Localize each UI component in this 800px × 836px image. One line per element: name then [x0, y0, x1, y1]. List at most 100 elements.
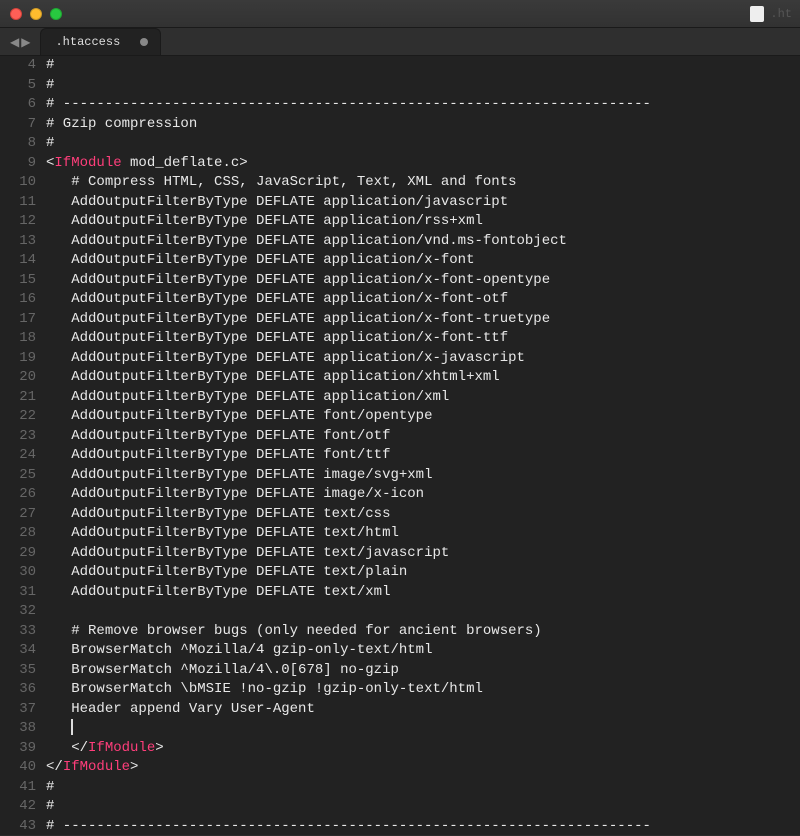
- line-number: 39: [0, 739, 36, 759]
- code-token: AddOutputFilterByType DEFLATE image/x-ic…: [71, 486, 424, 502]
- code-line[interactable]: AddOutputFilterByType DEFLATE applicatio…: [46, 232, 792, 252]
- line-number: 10: [0, 173, 36, 193]
- code-line[interactable]: # --------------------------------------…: [46, 817, 792, 836]
- code-token: </: [46, 759, 63, 775]
- line-number: 41: [0, 778, 36, 798]
- code-editor[interactable]: 4567891011121314151617181920212223242526…: [0, 56, 800, 835]
- code-token: AddOutputFilterByType DEFLATE applicatio…: [71, 330, 508, 346]
- code-line[interactable]: AddOutputFilterByType DEFLATE font/otf: [46, 427, 792, 447]
- code-line[interactable]: </IfModule>: [46, 758, 792, 778]
- line-number: 13: [0, 232, 36, 252]
- line-number: 8: [0, 134, 36, 154]
- window-controls: [10, 8, 62, 20]
- code-line[interactable]: AddOutputFilterByType DEFLATE image/svg+…: [46, 466, 792, 486]
- code-line[interactable]: AddOutputFilterByType DEFLATE applicatio…: [46, 349, 792, 369]
- code-token: #: [46, 135, 54, 151]
- line-number: 19: [0, 349, 36, 369]
- line-number: 25: [0, 466, 36, 486]
- code-line[interactable]: BrowserMatch \bMSIE !no-gzip !gzip-only-…: [46, 680, 792, 700]
- code-token: #: [46, 798, 54, 814]
- code-line[interactable]: AddOutputFilterByType DEFLATE text/plain: [46, 563, 792, 583]
- code-line[interactable]: AddOutputFilterByType DEFLATE text/javas…: [46, 544, 792, 564]
- line-number: 32: [0, 602, 36, 622]
- code-line[interactable]: AddOutputFilterByType DEFLATE text/html: [46, 524, 792, 544]
- code-token: AddOutputFilterByType DEFLATE applicatio…: [71, 213, 483, 229]
- code-line[interactable]: #: [46, 778, 792, 798]
- code-line[interactable]: AddOutputFilterByType DEFLATE text/css: [46, 505, 792, 525]
- nav-forward-icon[interactable]: ▶: [21, 37, 30, 49]
- code-token: BrowserMatch \bMSIE !no-gzip !gzip-only-…: [71, 681, 483, 697]
- code-token: >: [239, 155, 247, 171]
- code-line[interactable]: # Gzip compression: [46, 115, 792, 135]
- code-line[interactable]: </IfModule>: [46, 739, 792, 759]
- code-line[interactable]: #: [46, 797, 792, 817]
- line-number: 21: [0, 388, 36, 408]
- line-number: 43: [0, 817, 36, 836]
- line-number: 34: [0, 641, 36, 661]
- code-line[interactable]: [46, 602, 792, 622]
- code-token: Header append Vary User-Agent: [71, 701, 315, 717]
- code-line[interactable]: # Remove browser bugs (only needed for a…: [46, 622, 792, 642]
- code-area[interactable]: ### ------------------------------------…: [46, 56, 800, 835]
- line-number-gutter: 4567891011121314151617181920212223242526…: [0, 56, 46, 835]
- code-line[interactable]: AddOutputFilterByType DEFLATE applicatio…: [46, 212, 792, 232]
- code-token: AddOutputFilterByType DEFLATE text/css: [71, 506, 390, 522]
- code-line[interactable]: AddOutputFilterByType DEFLATE applicatio…: [46, 290, 792, 310]
- close-window-button[interactable]: [10, 8, 22, 20]
- code-line[interactable]: AddOutputFilterByType DEFLATE applicatio…: [46, 388, 792, 408]
- code-token: AddOutputFilterByType DEFLATE applicatio…: [71, 350, 525, 366]
- code-token: AddOutputFilterByType DEFLATE text/xml: [71, 584, 390, 600]
- code-line[interactable]: # --------------------------------------…: [46, 95, 792, 115]
- code-line[interactable]: BrowserMatch ^Mozilla/4\.0[678] no-gzip: [46, 661, 792, 681]
- code-line[interactable]: AddOutputFilterByType DEFLATE applicatio…: [46, 251, 792, 271]
- line-number: 23: [0, 427, 36, 447]
- code-token: AddOutputFilterByType DEFLATE text/plain: [71, 564, 407, 580]
- line-number: 37: [0, 700, 36, 720]
- window-titlebar: .ht: [0, 0, 800, 28]
- code-token: AddOutputFilterByType DEFLATE applicatio…: [71, 311, 550, 327]
- zoom-window-button[interactable]: [50, 8, 62, 20]
- code-token: #: [46, 779, 54, 795]
- code-line[interactable]: [46, 719, 792, 739]
- code-line[interactable]: AddOutputFilterByType DEFLATE text/xml: [46, 583, 792, 603]
- titlebar-filename: .ht: [770, 7, 792, 21]
- code-line[interactable]: <IfModule mod_deflate.c>: [46, 154, 792, 174]
- line-number: 7: [0, 115, 36, 135]
- line-number: 38: [0, 719, 36, 739]
- code-line[interactable]: AddOutputFilterByType DEFLATE applicatio…: [46, 193, 792, 213]
- code-line[interactable]: AddOutputFilterByType DEFLATE applicatio…: [46, 368, 792, 388]
- nav-history: ◀ ▶: [0, 37, 40, 55]
- code-line[interactable]: AddOutputFilterByType DEFLATE font/opent…: [46, 407, 792, 427]
- code-line[interactable]: # Compress HTML, CSS, JavaScript, Text, …: [46, 173, 792, 193]
- code-line[interactable]: #: [46, 134, 792, 154]
- tab-htaccess[interactable]: .htaccess: [40, 28, 161, 55]
- nav-back-icon[interactable]: ◀: [10, 37, 19, 49]
- text-cursor: [71, 719, 73, 735]
- code-token: BrowserMatch ^Mozilla/4 gzip-only-text/h…: [71, 642, 432, 658]
- line-number: 18: [0, 329, 36, 349]
- code-line[interactable]: AddOutputFilterByType DEFLATE font/ttf: [46, 446, 792, 466]
- code-line[interactable]: Header append Vary User-Agent: [46, 700, 792, 720]
- line-number: 42: [0, 797, 36, 817]
- minimize-window-button[interactable]: [30, 8, 42, 20]
- code-token: AddOutputFilterByType DEFLATE font/opent…: [71, 408, 432, 424]
- code-line[interactable]: AddOutputFilterByType DEFLATE applicatio…: [46, 271, 792, 291]
- code-token: AddOutputFilterByType DEFLATE applicatio…: [71, 194, 508, 210]
- line-number: 15: [0, 271, 36, 291]
- code-line[interactable]: AddOutputFilterByType DEFLATE image/x-ic…: [46, 485, 792, 505]
- code-token: AddOutputFilterByType DEFLATE font/ttf: [71, 447, 390, 463]
- line-number: 12: [0, 212, 36, 232]
- line-number: 24: [0, 446, 36, 466]
- code-line[interactable]: #: [46, 76, 792, 96]
- code-line[interactable]: AddOutputFilterByType DEFLATE applicatio…: [46, 329, 792, 349]
- code-token: IfModule: [88, 740, 155, 756]
- code-token: AddOutputFilterByType DEFLATE applicatio…: [71, 389, 449, 405]
- code-token: AddOutputFilterByType DEFLATE applicatio…: [71, 291, 508, 307]
- line-number: 27: [0, 505, 36, 525]
- code-line[interactable]: AddOutputFilterByType DEFLATE applicatio…: [46, 310, 792, 330]
- code-token: AddOutputFilterByType DEFLATE applicatio…: [71, 272, 550, 288]
- code-line[interactable]: BrowserMatch ^Mozilla/4 gzip-only-text/h…: [46, 641, 792, 661]
- code-line[interactable]: #: [46, 56, 792, 76]
- code-token: AddOutputFilterByType DEFLATE text/javas…: [71, 545, 449, 561]
- code-token: </: [71, 740, 88, 756]
